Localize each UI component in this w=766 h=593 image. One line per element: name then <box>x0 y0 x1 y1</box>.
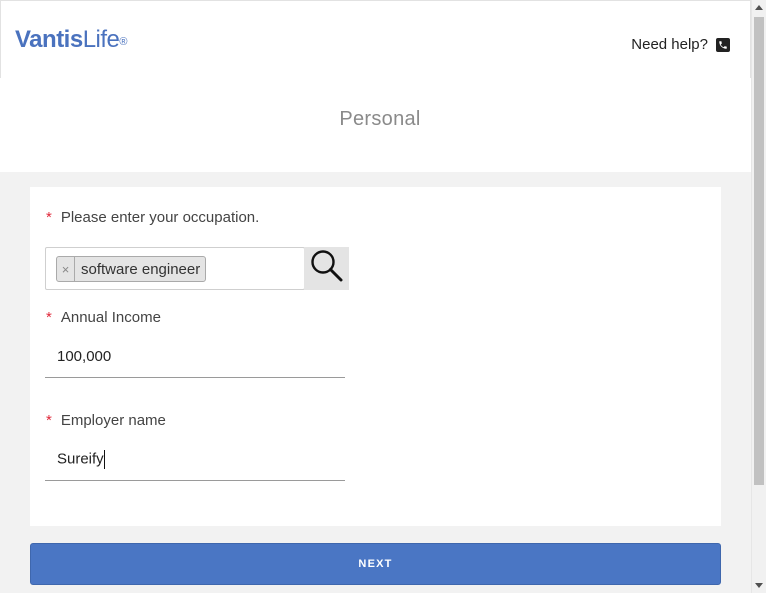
employer-value: Sureify <box>57 450 104 468</box>
income-label: * Annual Income <box>46 309 161 326</box>
employer-label: * Employer name <box>46 412 166 429</box>
help-link[interactable]: Need help? <box>631 36 730 53</box>
logo-registered-mark: ® <box>119 36 128 48</box>
help-label: Need help? <box>631 36 708 53</box>
tag-remove-icon[interactable]: × <box>57 257 75 281</box>
employer-label-text: Employer name <box>60 412 166 429</box>
header: VantisLife® Need help? Personal <box>0 0 751 172</box>
logo-text-primary: Vantis <box>15 26 83 53</box>
logo[interactable]: VantisLife® <box>15 26 127 54</box>
text-caret <box>103 450 105 469</box>
occupation-label: * Please enter your occupation. <box>46 209 259 226</box>
phone-icon <box>716 37 730 52</box>
occupation-tag-label: software engineer <box>81 260 201 278</box>
page-title: Personal <box>339 108 421 130</box>
next-button[interactable]: NEXT <box>30 543 721 585</box>
vertical-scrollbar[interactable] <box>751 0 766 593</box>
scroll-down-arrow-icon[interactable] <box>755 583 763 588</box>
search-icon <box>309 248 345 289</box>
page: VantisLife® Need help? Personal * Please … <box>0 0 751 593</box>
form-card: * Please enter your occupation. × softwar… <box>30 187 721 526</box>
required-marker: * <box>46 412 52 429</box>
logo-text-secondary: Life <box>82 26 120 53</box>
income-value: 100,000 <box>57 348 112 365</box>
scroll-up-arrow-icon[interactable] <box>755 5 763 10</box>
occupation-search-button[interactable] <box>304 247 349 290</box>
income-label-text: Annual Income <box>60 309 161 326</box>
employer-value-wrap: Sureify <box>57 450 105 469</box>
required-marker: * <box>46 209 52 226</box>
required-marker: * <box>46 309 52 326</box>
occupation-select[interactable]: × software engineer <box>45 247 305 290</box>
occupation-label-text: Please enter your occupation. <box>60 209 260 226</box>
occupation-tag: × software engineer <box>56 256 207 282</box>
scroll-thumb[interactable] <box>754 17 764 485</box>
